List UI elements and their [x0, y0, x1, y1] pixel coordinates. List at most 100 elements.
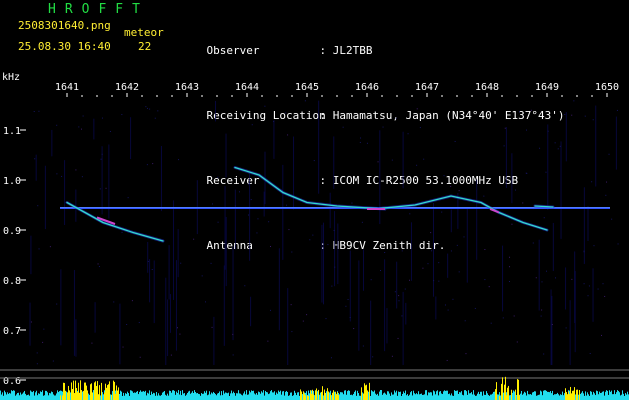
level-peak	[86, 385, 87, 400]
level-bar	[5, 392, 6, 400]
level-bar	[593, 391, 594, 400]
noise-dot	[571, 278, 573, 280]
level-bar	[229, 395, 230, 400]
level-bar	[201, 393, 202, 400]
level-bar	[273, 392, 274, 400]
level-bar	[490, 394, 491, 400]
level-bar	[494, 391, 495, 400]
level-bar	[146, 395, 147, 400]
level-bar	[206, 390, 207, 400]
level-bar	[140, 390, 141, 400]
level-bar	[534, 391, 535, 400]
level-bar	[591, 391, 592, 400]
noise-dot	[268, 221, 270, 223]
level-bar	[469, 393, 470, 400]
level-bar	[467, 394, 468, 400]
level-bar	[564, 393, 565, 400]
level-bar	[288, 395, 289, 400]
level-peak	[303, 391, 304, 400]
level-bar	[42, 390, 43, 400]
noise-dot	[616, 109, 618, 111]
noise-dot	[391, 355, 393, 357]
noise-dot	[101, 117, 103, 119]
level-bar	[623, 393, 624, 400]
level-bar	[552, 390, 553, 400]
level-bar	[259, 392, 260, 400]
level-bar	[429, 392, 430, 400]
level-peak	[99, 385, 100, 400]
noise-dot	[232, 333, 234, 335]
level-bar	[599, 391, 600, 400]
noise-dot	[522, 202, 524, 204]
noise-dot	[583, 251, 585, 253]
level-peak	[108, 384, 109, 400]
level-bar	[436, 391, 437, 400]
level-bar	[2, 392, 3, 400]
noise-dot	[511, 223, 513, 225]
level-bar	[510, 395, 511, 400]
level-bar	[399, 392, 400, 400]
noise-dot	[484, 248, 486, 250]
noise-dot	[126, 324, 128, 326]
noise-dot	[398, 300, 400, 302]
level-bar	[513, 390, 514, 400]
level-bar	[409, 394, 410, 400]
noise-dot	[430, 232, 432, 234]
noise-dot	[433, 280, 435, 282]
level-peak	[501, 383, 502, 400]
noise-dot	[146, 164, 148, 166]
noise-dot	[525, 129, 527, 131]
noise-dot	[234, 205, 236, 207]
level-bar	[198, 393, 199, 400]
noise-dot	[122, 346, 124, 348]
level-bar	[492, 393, 493, 400]
level-bar	[533, 392, 534, 400]
spectrogram: 1641 1642 1643 1644 1645 1646 1647 1648 1649 1650…	[0, 82, 629, 400]
level-bar	[488, 395, 489, 400]
noise-dot	[541, 281, 543, 283]
noise-dot	[291, 251, 293, 253]
noise-dot	[302, 320, 304, 322]
level-bar	[625, 393, 626, 400]
level-bar	[627, 391, 628, 400]
level-bar	[186, 394, 187, 400]
level-bar	[563, 395, 564, 400]
noise-dot	[605, 194, 607, 196]
noise-dot	[571, 114, 573, 116]
noise-dot	[509, 256, 511, 258]
level-bar	[26, 395, 27, 400]
level-bar	[351, 394, 352, 400]
level-bar	[11, 390, 12, 400]
level-bar	[432, 395, 433, 400]
level-bar	[225, 392, 226, 400]
level-peak	[579, 389, 580, 400]
level-bar	[272, 392, 273, 400]
level-bar	[487, 393, 488, 400]
x-tick-label: 1648	[475, 82, 499, 93]
level-bar	[578, 394, 579, 400]
noise-dot	[325, 318, 327, 320]
noise-dot	[151, 268, 153, 270]
level-bar	[372, 391, 373, 400]
level-peak	[305, 395, 306, 400]
level-bar	[175, 394, 176, 400]
level-bar	[352, 395, 353, 400]
level-bar	[302, 394, 303, 400]
level-bar	[345, 390, 346, 400]
level-bar	[613, 394, 614, 400]
noise-dot	[458, 271, 460, 273]
level-bar	[100, 395, 101, 400]
level-bar	[385, 393, 386, 400]
level-bar	[52, 392, 53, 400]
level-peak	[80, 380, 81, 400]
level-bar	[174, 390, 175, 400]
level-bar	[54, 395, 55, 400]
level-bar	[226, 392, 227, 400]
level-bar	[112, 391, 113, 400]
level-bar	[609, 390, 610, 400]
level-bar	[553, 395, 554, 400]
level-bar	[237, 393, 238, 400]
noise-dot	[330, 357, 332, 359]
level-bar	[46, 390, 47, 400]
noise-dot	[380, 270, 382, 272]
